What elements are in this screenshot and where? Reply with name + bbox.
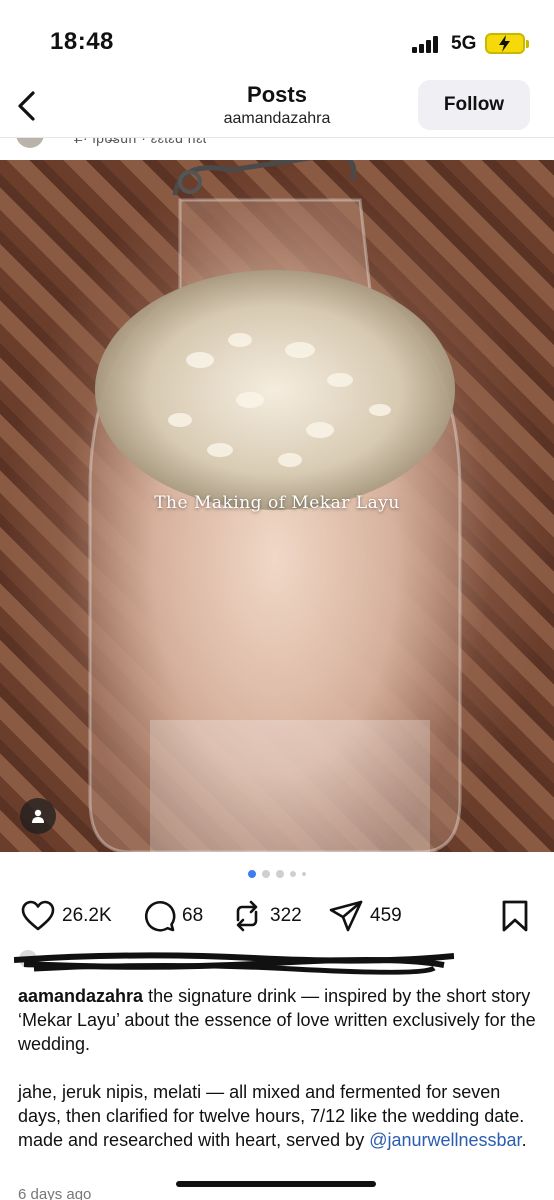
battery-icon (485, 33, 529, 54)
carousel-dot (262, 870, 270, 878)
follow-button[interactable]: Follow (418, 80, 530, 130)
image-overlay-text: The Making of Mekar Layu (154, 493, 400, 513)
caption-text: . (521, 1130, 527, 1150)
carousel-dot (302, 872, 306, 876)
action-bar: 26.2K 68 322 459 (0, 896, 554, 936)
share-button[interactable]: 459 (328, 896, 402, 936)
home-indicator[interactable] (176, 1181, 376, 1187)
share-count: 459 (370, 905, 402, 926)
comment-button[interactable]: 68 (142, 896, 203, 936)
carousel-dot (276, 870, 284, 878)
post-caption: aamandazahra the signature drink — inspi… (18, 984, 536, 1152)
carousel-indicator (0, 870, 554, 878)
comment-icon (144, 900, 176, 932)
status-bar: 18:48 5G (0, 0, 554, 72)
bookmark-button[interactable] (500, 896, 530, 936)
repost-icon (236, 900, 258, 932)
caption-paragraph: aamandazahra the signature drink — inspi… (18, 984, 536, 1056)
post-author-strip: Ɩ̶ · Ɩpo̶sun · ɛɛɩɛɑ ɦɛɩ (0, 138, 554, 160)
heart-icon (21, 900, 55, 931)
share-icon (329, 900, 363, 932)
repost-count: 322 (270, 905, 302, 926)
post-image[interactable]: The Making of Mekar Layu (0, 160, 554, 852)
network-label: 5G (451, 33, 477, 54)
carousel-dot-active (248, 870, 256, 878)
caption-username[interactable]: aamandazahra (18, 986, 143, 1006)
repost-button[interactable]: 322 (230, 896, 302, 936)
comment-count: 68 (182, 905, 204, 926)
bookmark-icon (502, 900, 528, 932)
tagged-people-button[interactable] (20, 798, 56, 834)
post-timestamp: 6 days ago (18, 1186, 92, 1200)
redacted-line (14, 950, 454, 975)
like-button[interactable]: 26.2K (20, 896, 112, 936)
signal-icon (412, 35, 444, 53)
person-tag-icon (32, 809, 44, 823)
like-count: 26.2K (62, 905, 112, 926)
mention-link[interactable]: @janurwellnessbar (369, 1130, 521, 1150)
caption-paragraph: jahe, jeruk nipis, melati — all mixed an… (18, 1080, 536, 1152)
carousel-dot (290, 871, 296, 877)
avatar[interactable] (16, 138, 44, 148)
posts-header: Posts aamandazahra Follow (0, 72, 554, 138)
status-time: 18:48 (50, 28, 114, 55)
author-meta-text: Ɩ̶ · Ɩpo̶sun · ɛɛɩɛɑ ɦɛɩ (75, 138, 207, 146)
